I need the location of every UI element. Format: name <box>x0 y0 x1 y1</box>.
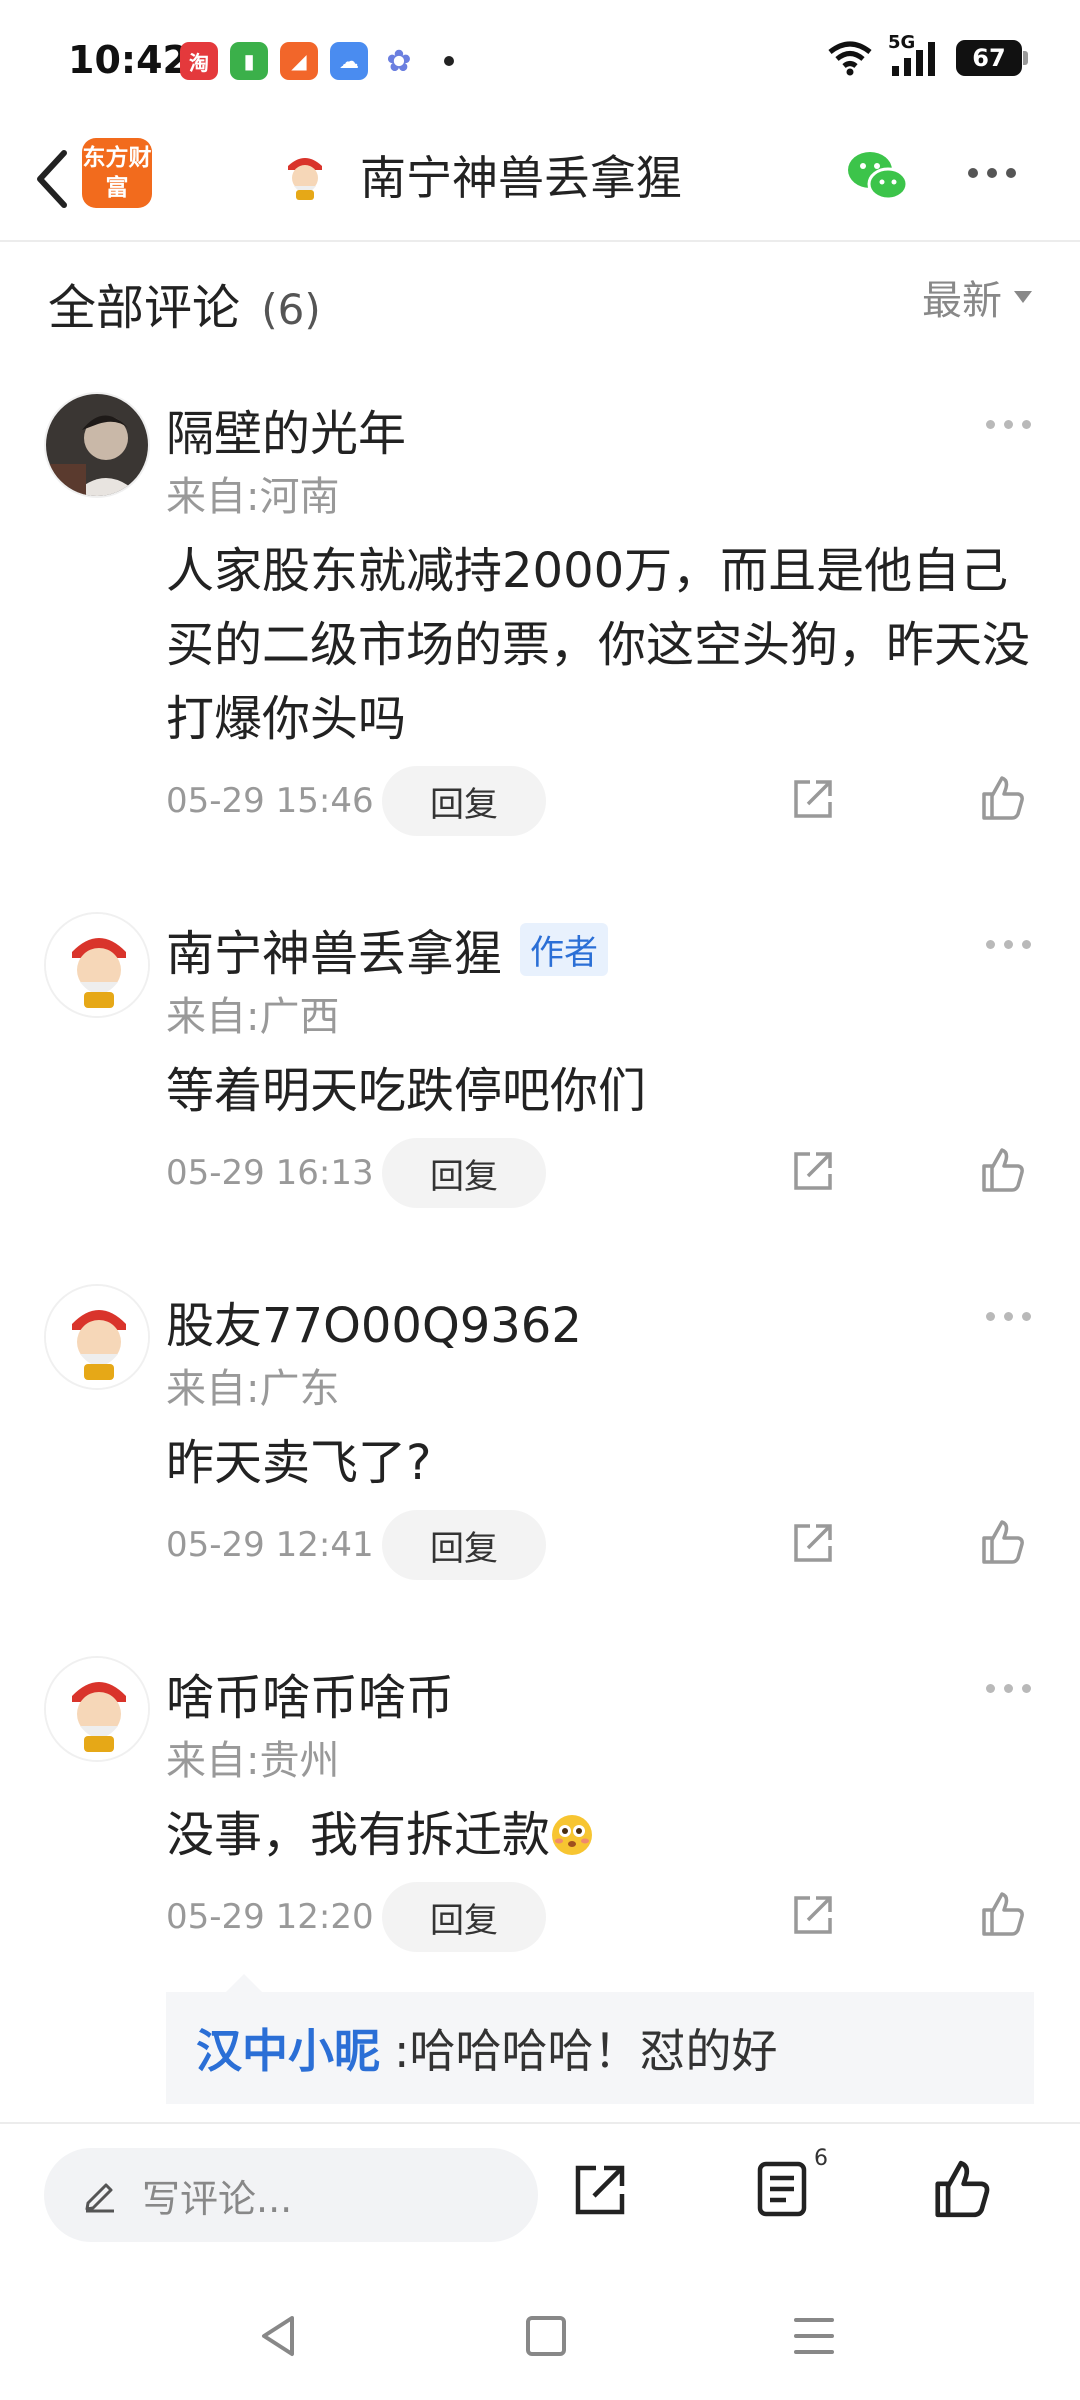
avatar[interactable] <box>44 912 150 1018</box>
comment-item: 啥币啥币啥币 来自:贵州 没事，我有拆迁款 05-29 12:20 回复 <box>0 1656 1080 1976</box>
wechat-share-button[interactable] <box>846 146 910 206</box>
status-bar: 10:42 淘 ▮ ◢ ☁ ✿ 5G 67 <box>0 0 1080 120</box>
comment-text: 人家股东就减持2000万，而且是他自己买的二级市场的票，你这空头狗，昨天没打爆你… <box>166 543 1031 747</box>
nav-home-icon[interactable] <box>526 2316 566 2356</box>
share-icon[interactable] <box>570 2160 630 2220</box>
sub-reply-preview[interactable]: 汉中小昵 :哈哈哈哈！怼的好 <box>166 1974 1034 2104</box>
reply-button[interactable]: 回复 <box>382 766 546 836</box>
top-header: 东方财富 南宁神兽丢拿猩 <box>0 120 1080 242</box>
username-text: 南宁神兽丢拿猩 <box>166 926 503 982</box>
comment-username[interactable]: 啥币啥币啥币 <box>166 1658 454 1728</box>
page-root: 10:42 淘 ▮ ◢ ☁ ✿ 5G 67 东方财富 南宁神兽丢拿猩 全部评论 … <box>0 0 1080 2400</box>
wechat-icon <box>848 152 909 201</box>
thumbs-up-icon[interactable] <box>978 1146 1026 1194</box>
caret-down-icon <box>1014 291 1032 303</box>
comment-meta: 05-29 12:20 回复 <box>166 1882 546 1952</box>
status-right: 5G 67 <box>826 32 1028 78</box>
share-icon[interactable] <box>790 1892 836 1938</box>
comment-meta: 05-29 12:41 回复 <box>166 1510 546 1580</box>
thumbs-up-icon[interactable] <box>978 1518 1026 1566</box>
battery-indicator: 67 <box>956 40 1028 76</box>
comment-input-placeholder: 写评论... <box>142 2176 293 2221</box>
comment-item: 隔壁的光年 来自:河南 人家股东就减持2000万，而且是他自己买的二级市场的票，… <box>0 392 1080 852</box>
signal-icon: 5G <box>888 32 942 78</box>
notification-dot-icon <box>444 56 454 66</box>
username-text: 隔壁的光年 <box>166 406 407 462</box>
comment-location: 来自:贵州 <box>166 1738 340 1784</box>
comment-location: 来自:广东 <box>166 1366 340 1412</box>
comment-more-button[interactable] <box>986 420 1031 429</box>
sub-reply-text: :哈哈哈哈！怼的好 <box>394 2024 778 2078</box>
sort-label: 最新 <box>922 278 1002 324</box>
sort-dropdown[interactable]: 最新 <box>922 268 1032 326</box>
comment-time: 05-29 12:20 <box>166 1897 374 1937</box>
taobao-icon: 淘 <box>180 42 218 80</box>
comment-list-button[interactable]: 6 <box>756 2146 828 2222</box>
cloud-app-icon: ✿ <box>380 42 418 80</box>
comment-username[interactable]: 股友77O00Q9362 <box>166 1286 582 1356</box>
comment-meta: 05-29 16:13 回复 <box>166 1138 546 1208</box>
comment-text: 等着明天吃跌停吧你们 <box>166 1063 647 1119</box>
thumbs-up-icon[interactable] <box>930 2158 992 2220</box>
green-app-icon: ▮ <box>230 42 268 80</box>
header-title-group[interactable]: 南宁神兽丢拿猩 <box>276 142 682 208</box>
thumbs-up-icon[interactable] <box>978 774 1026 822</box>
comment-item: 南宁神兽丢拿猩 作者 来自:广西 等着明天吃跌停吧你们 05-29 16:13 … <box>0 912 1080 1232</box>
comment-time: 05-29 15:46 <box>166 781 374 821</box>
write-comment-input[interactable]: 写评论... <box>44 2148 538 2242</box>
nav-recents-icon[interactable] <box>794 2318 834 2366</box>
comments-section-title: 全部评论 (6) <box>48 268 321 338</box>
comments-title: 全部评论 <box>48 280 241 336</box>
share-icon[interactable] <box>790 1148 836 1194</box>
comment-text: 没事，我有拆迁款 <box>166 1807 551 1863</box>
avatar[interactable] <box>44 1284 150 1390</box>
author-badge: 作者 <box>520 922 609 976</box>
thumbs-up-icon[interactable] <box>978 1890 1026 1938</box>
comment-username[interactable]: 隔壁的光年 <box>166 394 406 464</box>
reply-button[interactable]: 回复 <box>382 1510 546 1580</box>
comments-count: (6) <box>261 285 321 334</box>
pencil-icon <box>85 2183 114 2213</box>
battery-level: 67 <box>972 44 1006 72</box>
comment-location: 来自:广西 <box>166 994 340 1040</box>
comment-more-button[interactable] <box>986 1312 1031 1321</box>
avatar[interactable] <box>44 392 150 498</box>
orange-app-icon: ◢ <box>280 42 318 80</box>
comment-time: 05-29 12:41 <box>166 1525 374 1565</box>
comment-item: 股友77O00Q9362 来自:广东 昨天卖飞了? 05-29 12:41 回复 <box>0 1284 1080 1604</box>
reply-button[interactable]: 回复 <box>382 1882 546 1952</box>
page-title: 南宁神兽丢拿猩 <box>360 151 682 205</box>
wifi-icon <box>828 41 872 76</box>
title-avatar-icon <box>276 146 334 204</box>
sub-reply-username[interactable]: 汉中小昵 <box>196 2015 380 2081</box>
comment-meta: 05-29 15:46 回复 <box>166 766 546 836</box>
nav-back-icon[interactable] <box>258 2314 298 2358</box>
share-icon[interactable] <box>790 1520 836 1566</box>
comment-more-button[interactable] <box>986 940 1031 949</box>
flushed-face-emoji-icon <box>552 1815 593 1855</box>
weather-icon: ☁ <box>330 42 368 80</box>
comment-text: 昨天卖飞了? <box>166 1435 432 1491</box>
comment-more-button[interactable] <box>986 1684 1031 1693</box>
status-time: 10:42 <box>68 38 189 82</box>
back-button[interactable] <box>22 144 82 214</box>
bottom-action-bar: 写评论... 6 <box>0 2122 1080 2282</box>
comment-count-badge: 6 <box>814 2146 828 2171</box>
username-text: 啥币啥币啥币 <box>166 1670 455 1726</box>
share-icon[interactable] <box>790 776 836 822</box>
comment-location: 来自:河南 <box>166 474 340 520</box>
comment-time: 05-29 16:13 <box>166 1153 374 1193</box>
comment-username[interactable]: 南宁神兽丢拿猩 作者 <box>166 914 609 984</box>
username-text: 股友77O00Q9362 <box>166 1298 582 1354</box>
avatar[interactable] <box>44 1656 150 1762</box>
app-logo[interactable]: 东方财富 <box>82 138 152 208</box>
system-navigation-bar <box>0 2282 1080 2400</box>
comments-list-icon <box>757 2161 807 2217</box>
reply-button[interactable]: 回复 <box>382 1138 546 1208</box>
chevron-left-icon <box>37 150 67 208</box>
status-app-icons: 淘 ▮ ◢ ☁ ✿ <box>180 42 454 80</box>
more-options-button[interactable] <box>968 168 1016 178</box>
comment-text-row: 没事，我有拆迁款 <box>166 1798 1046 1872</box>
